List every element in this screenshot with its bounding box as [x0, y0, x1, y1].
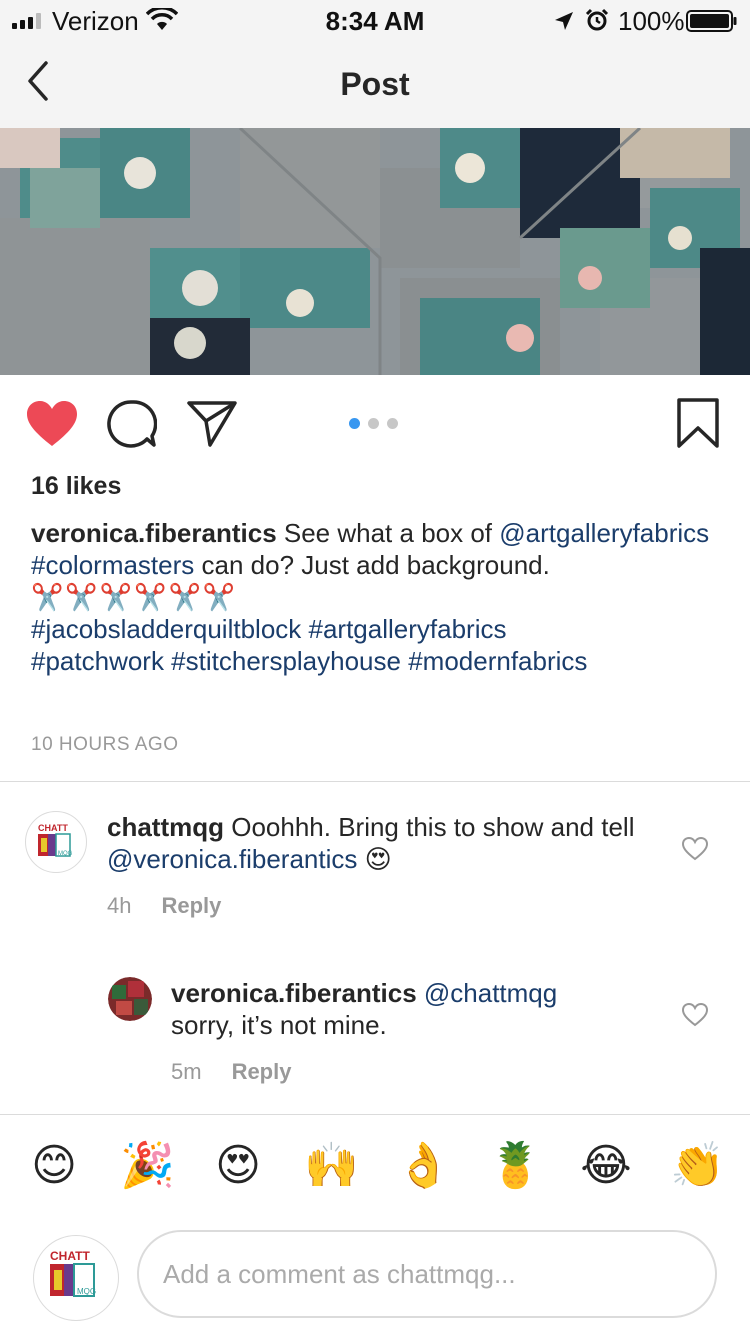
comment-meta: 5m Reply: [171, 1059, 291, 1085]
caption-mention[interactable]: @artgalleryfabrics: [499, 518, 709, 548]
comment-body: sorry, it’s not mine.: [171, 1010, 387, 1040]
emoji-clap-button[interactable]: 👏: [670, 1142, 725, 1190]
reply-button[interactable]: Reply: [161, 893, 221, 918]
battery-percent: 100%: [618, 6, 685, 36]
share-direct-icon[interactable]: [186, 399, 238, 447]
post-image[interactable]: [0, 128, 750, 375]
reply-button[interactable]: Reply: [232, 1059, 292, 1084]
emoji-quick-bar: 😊 🎉 😍 🙌 👌 🍍 😂 👏: [0, 1130, 750, 1210]
logo-text: MQG: [58, 851, 73, 857]
battery-icon: [686, 10, 737, 32]
avatar[interactable]: [108, 977, 152, 1021]
carousel-dot: [387, 418, 398, 429]
emoji-laugh-tears-button[interactable]: 😂: [580, 1142, 632, 1190]
post-timestamp: 10 HOURS AGO: [31, 734, 179, 755]
caption-hashtags[interactable]: #patchwork #stitchersplayhouse #modernfa…: [31, 646, 587, 676]
emoji-smile-button[interactable]: 😊: [28, 1142, 80, 1190]
comment-body: Ooohhh. Bring this to show and tell: [224, 812, 635, 842]
carousel-dots: [349, 418, 398, 429]
comment-like-heart-icon[interactable]: [682, 837, 708, 861]
comment-mention[interactable]: @veronica.fiberantics: [107, 844, 357, 874]
caption-hashtag[interactable]: #colormasters: [31, 550, 194, 580]
status-bar: Verizon 8:34 AM 100%: [0, 0, 750, 40]
carousel-dot: [349, 418, 360, 429]
current-user-avatar: CHATT MQG: [33, 1235, 119, 1321]
emoji-heart-eyes-button[interactable]: 😍: [212, 1142, 264, 1190]
divider: [0, 1114, 750, 1115]
caption-scissors: ✂️✂️✂️✂️✂️✂️: [31, 582, 238, 612]
logo-text: CHATT: [50, 1249, 90, 1263]
bookmark-icon[interactable]: [676, 397, 720, 449]
post-actions: [0, 375, 750, 471]
location-icon: [555, 12, 573, 30]
emoji-raised-hands-button[interactable]: 🙌: [304, 1142, 359, 1190]
comment-text: veronica.fiberantics @chattmqg sorry, it…: [171, 977, 671, 1041]
emoji-pineapple-button[interactable]: 🍍: [488, 1142, 543, 1190]
comment-like-heart-icon[interactable]: [682, 1003, 708, 1027]
alarm-icon: [585, 8, 609, 31]
comment-icon[interactable]: [107, 399, 157, 449]
page-title: Post: [340, 66, 410, 102]
post-caption: veronica.fiberantics See what a box of @…: [31, 517, 721, 677]
comment-username[interactable]: veronica.fiberantics: [171, 978, 417, 1008]
likes-count[interactable]: 16 likes: [31, 472, 121, 501]
comment-emoji: 😍: [364, 844, 392, 874]
logo-text: CHATT: [38, 823, 68, 833]
comment-text: chattmqg Ooohhh. Bring this to show and …: [107, 811, 667, 875]
caption-text: See what a box of: [276, 518, 500, 548]
comment-input[interactable]: [137, 1230, 717, 1318]
comment-time: 5m: [171, 1059, 202, 1084]
like-heart-icon[interactable]: [26, 400, 78, 448]
avatar[interactable]: CHATT MQG: [25, 811, 87, 873]
comment-time: 4h: [107, 893, 132, 918]
divider: [0, 781, 750, 782]
comment-username[interactable]: chattmqg: [107, 812, 224, 842]
comment-meta: 4h Reply: [107, 893, 221, 919]
emoji-ok-hand-button[interactable]: 👌: [396, 1142, 451, 1190]
logo-text: MQG: [77, 1287, 96, 1296]
emoji-party-button[interactable]: 🎉: [120, 1142, 175, 1190]
caption-username[interactable]: veronica.fiberantics: [31, 518, 277, 548]
caption-hashtags[interactable]: #jacobsladderquiltblock #artgalleryfabri…: [31, 614, 506, 644]
comment-mention[interactable]: @chattmqg: [424, 978, 557, 1008]
caption-text: can do? Just add background.: [194, 550, 550, 580]
nav-bar: Post: [0, 40, 750, 128]
carousel-dot: [368, 418, 379, 429]
